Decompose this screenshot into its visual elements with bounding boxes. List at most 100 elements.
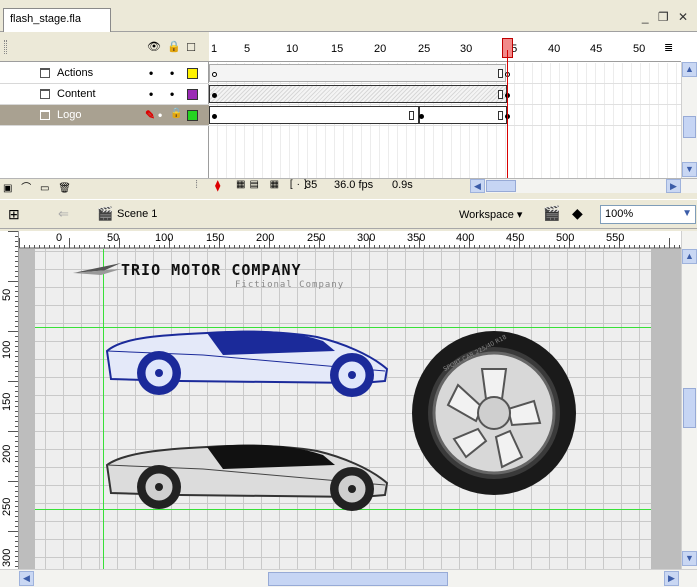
ruler-label: 400 bbox=[456, 232, 475, 244]
layer-list: 👁 🔒 □ Actions • • Content • • Logo ✎ • 🔒 bbox=[0, 32, 209, 178]
lock-icon[interactable]: 🔒 bbox=[167, 41, 181, 53]
logo-title[interactable]: TRIO MOTOR COMPANY bbox=[121, 261, 302, 279]
layer-icon bbox=[40, 89, 50, 99]
layer-icon bbox=[40, 110, 50, 120]
edit-symbol-icon[interactable]: ◆ bbox=[572, 205, 583, 222]
chevron-down-icon[interactable]: ▼ bbox=[682, 208, 692, 219]
layer-name: Content bbox=[57, 88, 96, 100]
lock-toggle[interactable]: • bbox=[170, 87, 174, 101]
scroll-left-button[interactable]: ◀ bbox=[470, 179, 485, 193]
lock-toggle[interactable]: • bbox=[170, 66, 174, 80]
visibility-toggle[interactable]: • bbox=[149, 87, 153, 101]
timeline-toggle-icon[interactable]: ⊞ bbox=[8, 206, 20, 223]
frame-grid: 1 5 10 15 20 25 30 35 40 45 50 ≣ bbox=[209, 32, 681, 178]
visibility-toggle[interactable]: • bbox=[158, 108, 162, 122]
edit-bar: ⊞ ⇐ 🎬 Scene 1 Workspace ▾ 🎬 ◆ 100% ▼ bbox=[0, 199, 697, 229]
visibility-toggle[interactable]: • bbox=[149, 66, 153, 80]
outline-icon[interactable]: □ bbox=[185, 40, 197, 53]
document-tab[interactable]: flash_stage.fla bbox=[3, 8, 111, 32]
scene-label[interactable]: Scene 1 bbox=[117, 208, 157, 220]
frame-track-actions[interactable] bbox=[209, 63, 681, 84]
keyframe[interactable] bbox=[212, 114, 217, 119]
scroll-up-button[interactable]: ▲ bbox=[682, 62, 697, 77]
back-arrow-icon[interactable]: ⇐ bbox=[58, 206, 69, 222]
playhead-line bbox=[507, 50, 508, 178]
stage-canvas[interactable]: TRIO MOTOR COMPANY Fictional Company SPO… bbox=[35, 249, 651, 569]
window-controls[interactable]: _ ❐ ✕ bbox=[642, 10, 691, 24]
timeline-status-bar: ▣ ⌒ ▭ 🗑 ⁞ ⧫ ▦▤ ▦ [·] 35 36.0 fps 0.9s ◀ … bbox=[0, 178, 697, 194]
frame-number: 15 bbox=[331, 43, 344, 55]
horizontal-ruler: 0 50 100 150 200 250 300 350 400 450 500… bbox=[19, 231, 681, 249]
scroll-right-button[interactable]: ▶ bbox=[666, 179, 681, 193]
layer-color-swatch[interactable] bbox=[187, 110, 198, 121]
end-frame[interactable] bbox=[498, 69, 503, 78]
ruler-label: 100 bbox=[155, 232, 174, 244]
blank-keyframe[interactable] bbox=[212, 72, 217, 77]
logo-subtitle[interactable]: Fictional Company bbox=[235, 280, 344, 290]
layer-icon bbox=[40, 68, 50, 78]
layer-name: Logo bbox=[57, 109, 82, 121]
vertical-guide[interactable] bbox=[103, 249, 104, 569]
ruler-label: 200 bbox=[256, 232, 275, 244]
frame-number: 20 bbox=[374, 43, 387, 55]
scroll-up-button[interactable]: ▲ bbox=[682, 249, 697, 264]
layer-row-actions[interactable]: Actions • • bbox=[0, 63, 209, 84]
workspace-button[interactable]: Workspace ▾ bbox=[459, 208, 522, 221]
scene-icon: 🎬 bbox=[97, 206, 114, 221]
frame-rate: 36.0 fps bbox=[334, 179, 374, 191]
scroll-thumb[interactable] bbox=[268, 572, 448, 586]
timeline-menu-icon[interactable]: ≣ bbox=[664, 41, 673, 54]
scroll-down-button[interactable]: ▼ bbox=[682, 551, 697, 566]
frame-number: 10 bbox=[286, 43, 299, 55]
frame-number: 50 bbox=[633, 43, 646, 55]
end-frame[interactable] bbox=[498, 90, 503, 99]
onion-skin-icons[interactable]: ▦▤ ▦ [·] bbox=[236, 179, 311, 190]
ruler-label: 500 bbox=[556, 232, 575, 244]
keyframe[interactable] bbox=[212, 93, 217, 98]
pasteboard[interactable]: TRIO MOTOR COMPANY Fictional Company SPO… bbox=[19, 249, 681, 569]
ruler-label: 350 bbox=[407, 232, 426, 244]
edit-scene-icon[interactable]: 🎬 bbox=[543, 205, 560, 222]
eye-icon[interactable]: 👁 bbox=[147, 41, 161, 53]
scroll-thumb[interactable] bbox=[486, 180, 516, 192]
tire-graphic[interactable]: SPORT CAR 225/40 R18 bbox=[410, 329, 578, 497]
ruler-label: 300 bbox=[1, 548, 13, 567]
timeline-horizontal-scrollbar[interactable]: ◀ ▶ bbox=[470, 179, 697, 193]
end-frame[interactable] bbox=[409, 111, 414, 120]
pencil-edit-icon[interactable]: ✎ bbox=[145, 108, 155, 122]
timeline-gripper[interactable] bbox=[4, 40, 7, 54]
layer-row-content[interactable]: Content • • bbox=[0, 84, 209, 105]
timeline-panel: 👁 🔒 □ Actions • • Content • • Logo ✎ • 🔒 bbox=[0, 32, 697, 194]
layer-color-swatch[interactable] bbox=[187, 89, 198, 100]
stage-horizontal-scrollbar[interactable]: ◀ ▶ bbox=[0, 569, 697, 587]
layer-tools-icons[interactable]: ▣ ⌒ ▭ 🗑 bbox=[3, 179, 74, 194]
frame-number: 25 bbox=[418, 43, 431, 55]
end-frame[interactable] bbox=[498, 111, 503, 120]
layer-color-swatch[interactable] bbox=[187, 68, 198, 79]
timeline-vertical-scrollbar[interactable]: ▲ ▼ bbox=[681, 62, 697, 178]
frame-track-logo[interactable] bbox=[209, 105, 681, 126]
center-frame-icon[interactable]: ⧫ bbox=[215, 179, 220, 192]
zoom-field[interactable]: 100% ▼ bbox=[600, 205, 696, 224]
car-blue-graphic[interactable] bbox=[103, 323, 393, 403]
frame-track-content[interactable] bbox=[209, 84, 681, 105]
scroll-right-button[interactable]: ▶ bbox=[664, 571, 679, 586]
ruler-label: 50 bbox=[1, 288, 13, 301]
vertical-ruler: 50 100 150 200 250 300 bbox=[0, 231, 19, 569]
scroll-thumb[interactable] bbox=[683, 388, 696, 428]
frame-ruler[interactable]: 1 5 10 15 20 25 30 35 40 45 50 ≣ bbox=[209, 32, 681, 62]
ruler-label: 0 bbox=[56, 232, 63, 244]
car-grey-graphic[interactable] bbox=[103, 439, 393, 519]
document-tab-bar: flash_stage.fla _ ❐ ✕ bbox=[0, 0, 697, 32]
scroll-down-button[interactable]: ▼ bbox=[682, 162, 697, 177]
ruler-label: 250 bbox=[307, 232, 326, 244]
stage-vertical-scrollbar[interactable]: ▲ ▼ bbox=[681, 231, 697, 569]
layer-row-logo[interactable]: Logo ✎ • 🔒 bbox=[0, 105, 209, 126]
logo-swoosh-icon bbox=[73, 263, 121, 275]
scroll-left-button[interactable]: ◀ bbox=[19, 571, 34, 586]
scroll-thumb[interactable] bbox=[683, 116, 696, 138]
keyframe[interactable] bbox=[419, 114, 424, 119]
lock-icon[interactable]: 🔒 bbox=[170, 108, 182, 119]
frame-span bbox=[209, 85, 507, 103]
ruler-label: 50 bbox=[107, 232, 120, 244]
